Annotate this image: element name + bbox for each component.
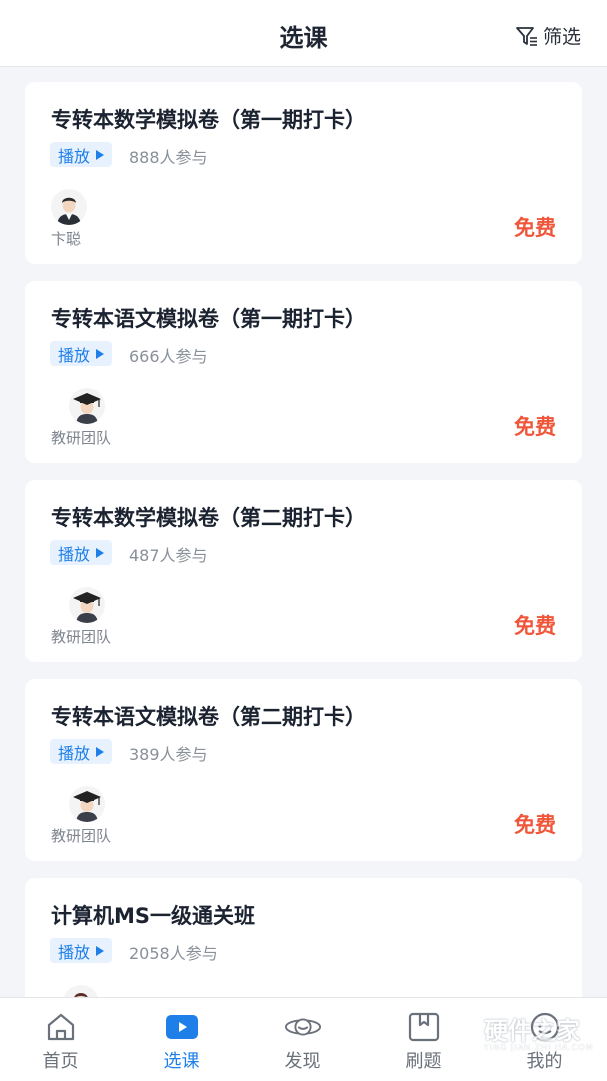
play-tag-label: 播放 [58,146,91,166]
play-tag[interactable]: 播放 [50,739,113,764]
tab-courses-label: 选课 [163,1051,200,1072]
team-avatar [69,786,105,822]
play-triangle-icon [96,945,105,956]
tab-discover-label: 发现 [284,1051,321,1072]
course-title: 专转本语文模拟卷（第一期打卡） [51,307,366,331]
participant-count: 888人参与 [129,148,208,167]
course-card[interactable]: 专转本数学模拟卷（第一期打卡） 播放 888人参与 卞聪 免费 [25,82,582,264]
play-tag-label: 播放 [58,743,91,763]
course-card[interactable]: 专转本语文模拟卷（第一期打卡） 播放 666人参与 教研团队 免费 [25,281,582,463]
play-tag-label: 播放 [58,345,91,365]
price-label: 免费 [514,813,556,837]
price-label: 免费 [514,614,556,638]
play-triangle-icon [96,348,105,359]
course-title: 专转本数学模拟卷（第一期打卡） [51,108,366,132]
play-tag[interactable]: 播放 [50,142,113,167]
filter-icon [516,26,537,46]
bookmark-icon [408,1012,440,1042]
course-title: 专转本数学模拟卷（第二期打卡） [51,506,366,530]
participant-count: 2058人参与 [129,944,218,963]
play-icon [166,1015,198,1039]
watermark-logo-icon [441,1009,479,1053]
teacher-name: 教研团队 [51,827,112,845]
course-title: 计算机MS一级通关班 [51,904,256,928]
price-label: 免费 [514,415,556,439]
play-tag-label: 播放 [58,942,91,962]
play-triangle-icon [96,149,105,160]
course-title: 专转本语文模拟卷（第二期打卡） [51,705,366,729]
course-card[interactable]: 专转本语文模拟卷（第二期打卡） 播放 389人参与 教研团队 免费 [25,679,582,861]
play-tag[interactable]: 播放 [50,540,113,565]
course-card[interactable]: 专转本数学模拟卷（第二期打卡） 播放 487人参与 教研团队 免费 [25,480,582,662]
teacher-avatar [51,189,87,225]
participant-count: 666人参与 [129,347,208,366]
watermark-text: 硬件之家 [484,1017,580,1045]
play-tag[interactable]: 播放 [50,341,113,366]
teacher-name: 教研团队 [51,429,112,447]
participant-count: 389人参与 [129,745,208,764]
team-avatar [69,388,105,424]
participant-count: 487人参与 [129,546,208,565]
tab-home-label: 首页 [42,1051,79,1072]
top-bar: 选课 筛选 [0,0,607,67]
filter-label: 筛选 [542,26,581,48]
play-tag-label: 播放 [58,544,91,564]
price-label: 免费 [514,216,556,240]
course-list: 专转本数学模拟卷（第一期打卡） 播放 888人参与 卞聪 免费 专转本语文模拟卷… [25,82,582,1077]
tab-home[interactable]: 首页 [0,998,121,1081]
watermark-subtext: YING JIAN ZHI JIA.COM [484,1043,594,1052]
tab-discover[interactable]: 发现 [242,998,363,1081]
filter-button[interactable]: 筛选 [515,22,581,49]
play-triangle-icon [96,746,105,757]
planet-icon [284,1018,322,1036]
play-tag[interactable]: 播放 [50,938,113,963]
watermark: 硬件之家 YING JIAN ZHI JIA.COM [440,1005,600,1065]
play-triangle-icon [96,547,105,558]
teacher-name: 教研团队 [51,628,112,646]
home-icon [47,1013,75,1041]
team-avatar [69,587,105,623]
teacher-name: 卞聪 [51,230,82,248]
tab-courses[interactable]: 选课 [121,998,242,1081]
